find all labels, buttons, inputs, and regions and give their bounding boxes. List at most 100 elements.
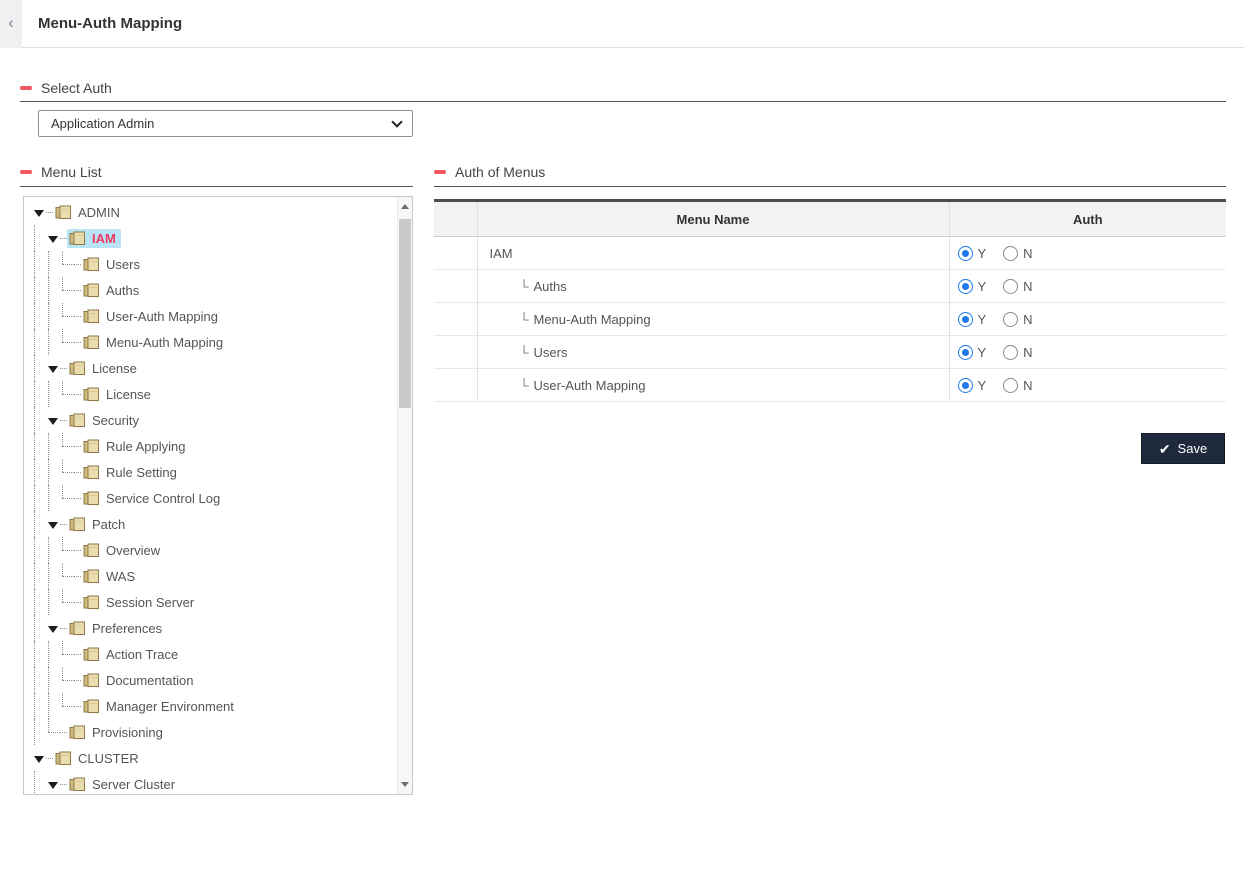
tree-node-body[interactable]: Session Server bbox=[81, 593, 199, 612]
tree-node-action-trace[interactable]: Action Trace bbox=[34, 641, 397, 667]
tree-node-body[interactable]: IAM bbox=[67, 229, 121, 248]
tree-node-body[interactable]: Menu-Auth Mapping bbox=[81, 333, 228, 352]
back-button[interactable]: ‹ bbox=[0, 0, 22, 48]
tree-expander[interactable] bbox=[62, 329, 74, 355]
radio-yes-label[interactable]: Y bbox=[978, 345, 987, 360]
tree-node-service-control-log[interactable]: Service Control Log bbox=[34, 485, 397, 511]
tree-expander[interactable] bbox=[62, 381, 74, 407]
tree-expander[interactable] bbox=[62, 251, 74, 277]
tree-expander[interactable] bbox=[62, 563, 74, 589]
tree-node-body[interactable]: Users bbox=[81, 255, 145, 274]
tree-expander[interactable] bbox=[62, 641, 74, 667]
radio-no[interactable] bbox=[1003, 312, 1018, 327]
scrollbar-thumb[interactable] bbox=[399, 219, 411, 408]
radio-no-label[interactable]: N bbox=[1023, 378, 1032, 393]
tree-node-body[interactable]: WAS bbox=[81, 567, 140, 586]
tree-scrollbar[interactable] bbox=[397, 197, 412, 794]
tree-node-body[interactable]: ADMIN bbox=[53, 203, 125, 222]
tree-expander[interactable] bbox=[48, 407, 60, 433]
tree-expander[interactable] bbox=[62, 537, 74, 563]
tree-node-preferences[interactable]: Preferences bbox=[34, 615, 397, 641]
tree-node-menu-auth-mapping[interactable]: Menu-Auth Mapping bbox=[34, 329, 397, 355]
auth-select[interactable]: Application Admin bbox=[38, 110, 413, 137]
tree-node-body[interactable]: Preferences bbox=[67, 619, 167, 638]
tree-node-documentation[interactable]: Documentation bbox=[34, 667, 397, 693]
radio-no-label[interactable]: N bbox=[1023, 312, 1032, 327]
scroll-down-icon[interactable] bbox=[401, 782, 409, 787]
tree-node-body[interactable]: Rule Setting bbox=[81, 463, 182, 482]
tree-node-auths[interactable]: Auths bbox=[34, 277, 397, 303]
tree-node-body[interactable]: Manager Environment bbox=[81, 697, 239, 716]
radio-yes[interactable] bbox=[958, 279, 973, 294]
radio-yes[interactable] bbox=[958, 246, 973, 261]
radio-no-label[interactable]: N bbox=[1023, 345, 1032, 360]
tree-expander[interactable] bbox=[62, 589, 74, 615]
tree-expander[interactable] bbox=[48, 355, 60, 381]
tree-node-body[interactable]: Provisioning bbox=[67, 723, 168, 742]
radio-yes[interactable] bbox=[958, 312, 973, 327]
tree-expander[interactable] bbox=[48, 225, 60, 251]
tree-expander[interactable] bbox=[34, 745, 46, 771]
tree-expander[interactable] bbox=[48, 771, 60, 794]
menu-tree: ADMIN IAM Users bbox=[24, 197, 397, 794]
tree-expander[interactable] bbox=[62, 459, 74, 485]
tree-node-user-auth-mapping[interactable]: User-Auth Mapping bbox=[34, 303, 397, 329]
tree-node-body[interactable]: User-Auth Mapping bbox=[81, 307, 223, 326]
tree-node-iam[interactable]: IAM bbox=[34, 225, 397, 251]
tree-node-rule-applying[interactable]: Rule Applying bbox=[34, 433, 397, 459]
tree-node-users[interactable]: Users bbox=[34, 251, 397, 277]
tree-node-body[interactable]: Rule Applying bbox=[81, 437, 191, 456]
tree-node-license[interactable]: License bbox=[34, 355, 397, 381]
radio-yes-label[interactable]: Y bbox=[978, 378, 987, 393]
tree-expander[interactable] bbox=[48, 719, 60, 745]
radio-no[interactable] bbox=[1003, 378, 1018, 393]
tree-node-overview[interactable]: Overview bbox=[34, 537, 397, 563]
tree-node-body[interactable]: Service Control Log bbox=[81, 489, 225, 508]
tree-node-cluster[interactable]: CLUSTER bbox=[34, 745, 397, 771]
radio-no[interactable] bbox=[1003, 246, 1018, 261]
tree-expander[interactable] bbox=[62, 667, 74, 693]
tree-node-body[interactable]: Action Trace bbox=[81, 645, 183, 664]
tree-node-body[interactable]: Server Cluster bbox=[67, 775, 180, 794]
tree-expander[interactable] bbox=[34, 199, 46, 225]
tree-node-admin[interactable]: ADMIN bbox=[34, 199, 397, 225]
tree-expander[interactable] bbox=[62, 433, 74, 459]
tree-node-body[interactable]: Auths bbox=[81, 281, 144, 300]
tree-expander[interactable] bbox=[62, 693, 74, 719]
radio-no[interactable] bbox=[1003, 279, 1018, 294]
radio-yes-label[interactable]: Y bbox=[978, 312, 987, 327]
select-auth-label: Select Auth bbox=[41, 80, 112, 96]
tree-node-was[interactable]: WAS bbox=[34, 563, 397, 589]
tree-node-manager-environment[interactable]: Manager Environment bbox=[34, 693, 397, 719]
tree-node-body[interactable]: Security bbox=[67, 411, 144, 430]
tree-expander[interactable] bbox=[48, 511, 60, 537]
tree-node-body[interactable]: Patch bbox=[67, 515, 130, 534]
tree-node-server-cluster[interactable]: Server Cluster bbox=[34, 771, 397, 794]
radio-yes[interactable] bbox=[958, 378, 973, 393]
tree-node-label: Service Control Log bbox=[106, 491, 220, 506]
tree-node-license[interactable]: License bbox=[34, 381, 397, 407]
tree-node-session-server[interactable]: Session Server bbox=[34, 589, 397, 615]
tree-node-rule-setting[interactable]: Rule Setting bbox=[34, 459, 397, 485]
tree-node-body[interactable]: Documentation bbox=[81, 671, 198, 690]
tree-node-body[interactable]: CLUSTER bbox=[53, 749, 144, 768]
tree-expander[interactable] bbox=[62, 277, 74, 303]
tree-node-provisioning[interactable]: Provisioning bbox=[34, 719, 397, 745]
radio-no-label[interactable]: N bbox=[1023, 279, 1032, 294]
tree-node-security[interactable]: Security bbox=[34, 407, 397, 433]
radio-no-label[interactable]: N bbox=[1023, 246, 1032, 261]
tree-node-label: Overview bbox=[106, 543, 160, 558]
radio-no[interactable] bbox=[1003, 345, 1018, 360]
radio-yes[interactable] bbox=[958, 345, 973, 360]
tree-node-patch[interactable]: Patch bbox=[34, 511, 397, 537]
tree-expander[interactable] bbox=[48, 615, 60, 641]
save-button[interactable]: ✔ Save bbox=[1141, 433, 1225, 464]
tree-node-body[interactable]: Overview bbox=[81, 541, 165, 560]
tree-expander[interactable] bbox=[62, 303, 74, 329]
scroll-up-icon[interactable] bbox=[401, 204, 409, 209]
radio-yes-label[interactable]: Y bbox=[978, 279, 987, 294]
tree-node-body[interactable]: License bbox=[67, 359, 142, 378]
tree-node-body[interactable]: License bbox=[81, 385, 156, 404]
tree-expander[interactable] bbox=[62, 485, 74, 511]
radio-yes-label[interactable]: Y bbox=[978, 246, 987, 261]
